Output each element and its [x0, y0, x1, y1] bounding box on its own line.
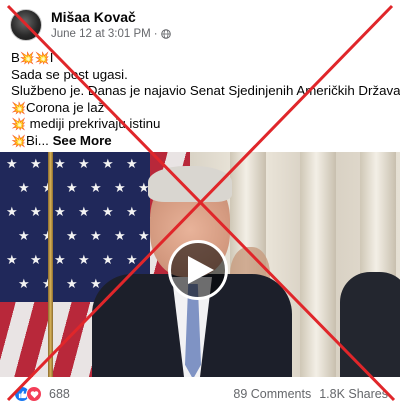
reaction-count: 688 — [49, 387, 70, 401]
explosion-emoji-icon: 💥 — [11, 133, 26, 148]
play-button[interactable] — [168, 240, 228, 300]
flag-star: ★ — [126, 204, 138, 219]
explosion-emoji-icon: 💥 — [11, 117, 26, 131]
post-line-6: 💥Bi... See More — [11, 133, 391, 150]
explosion-emoji-icon: 💥💥 — [19, 51, 50, 65]
flag-star: ★ — [54, 204, 66, 219]
post-timestamp[interactable]: June 12 at 3:01 PM — [51, 28, 151, 40]
flag-star: ★ — [18, 228, 30, 243]
column — [300, 152, 336, 377]
flag-star: ★ — [126, 252, 138, 267]
meta-separator: · — [153, 28, 158, 40]
flag-star: ★ — [78, 204, 90, 219]
facebook-post: Mišaa Kovač June 12 at 3:01 PM · B💥💥I Sa… — [0, 0, 400, 407]
post-text: B💥💥I Sada se post ugasi. Službeno je. Da… — [11, 50, 400, 150]
flag-star: ★ — [102, 156, 114, 171]
play-icon — [187, 256, 214, 284]
shares-count[interactable]: 1.8K Shares — [319, 387, 388, 401]
engagement-counts: 89 Comments 1.8K Shares — [233, 387, 388, 401]
post-line-4: 💥Corona je laž — [11, 100, 391, 117]
explosion-emoji-icon: 💥 — [11, 100, 26, 115]
flag-star: ★ — [6, 156, 18, 171]
flag-star: ★ — [66, 180, 78, 195]
flag-star: ★ — [30, 204, 42, 219]
flag-star: ★ — [30, 156, 42, 171]
flag-star: ★ — [114, 228, 126, 243]
post-line-2: Sada se post ugasi. — [11, 66, 128, 82]
post-line-3: Službeno je. Danas je najavio Senat Sjed… — [11, 83, 400, 98]
flag-star: ★ — [54, 252, 66, 267]
flag-star: ★ — [30, 252, 42, 267]
flag-star: ★ — [126, 156, 138, 171]
flag-pole — [48, 152, 53, 377]
flag-star: ★ — [54, 156, 66, 171]
comments-count[interactable]: 89 Comments — [233, 387, 311, 401]
flag-star: ★ — [114, 180, 126, 195]
flag-star: ★ — [90, 228, 102, 243]
post-line-1: B💥💥I — [11, 50, 391, 67]
background-person-right — [340, 272, 400, 377]
flag-star: ★ — [102, 252, 114, 267]
post-meta: June 12 at 3:01 PM · — [51, 28, 171, 40]
post-line-5: 💥 mediji prekrivaju istinu — [11, 116, 391, 133]
video-player[interactable]: ★★★★★★★★★★★★★★★★★★★★★★★★★★★★★★★★★★★★ — [0, 152, 400, 377]
author-name[interactable]: Mišaa Kovač — [51, 9, 136, 25]
author-avatar[interactable] — [10, 9, 42, 41]
flag-star: ★ — [66, 228, 78, 243]
reaction-icons — [14, 386, 42, 402]
flag-star: ★ — [90, 180, 102, 195]
flag-star: ★ — [18, 276, 30, 291]
flag-star: ★ — [78, 156, 90, 171]
post-line-5-text: mediji prekrivaju istinu — [29, 116, 161, 131]
post-line-1-suffix: I — [49, 50, 54, 65]
flag-star: ★ — [18, 180, 30, 195]
post-line-4-text: Corona je laž — [25, 99, 105, 115]
speaker-hair — [148, 166, 232, 202]
flag-star: ★ — [78, 252, 90, 267]
flag-star: ★ — [6, 252, 18, 267]
see-more-link[interactable]: See More — [53, 133, 112, 148]
flag-star: ★ — [6, 204, 18, 219]
post-line-6-text: Bi... — [25, 132, 49, 148]
love-icon — [26, 386, 42, 402]
reactions-summary[interactable]: 688 — [14, 386, 70, 402]
post-line-1-prefix: B — [11, 50, 20, 65]
flag-star: ★ — [138, 228, 150, 243]
globe-icon — [160, 29, 171, 39]
flag-star: ★ — [66, 276, 78, 291]
flag-star: ★ — [102, 204, 114, 219]
